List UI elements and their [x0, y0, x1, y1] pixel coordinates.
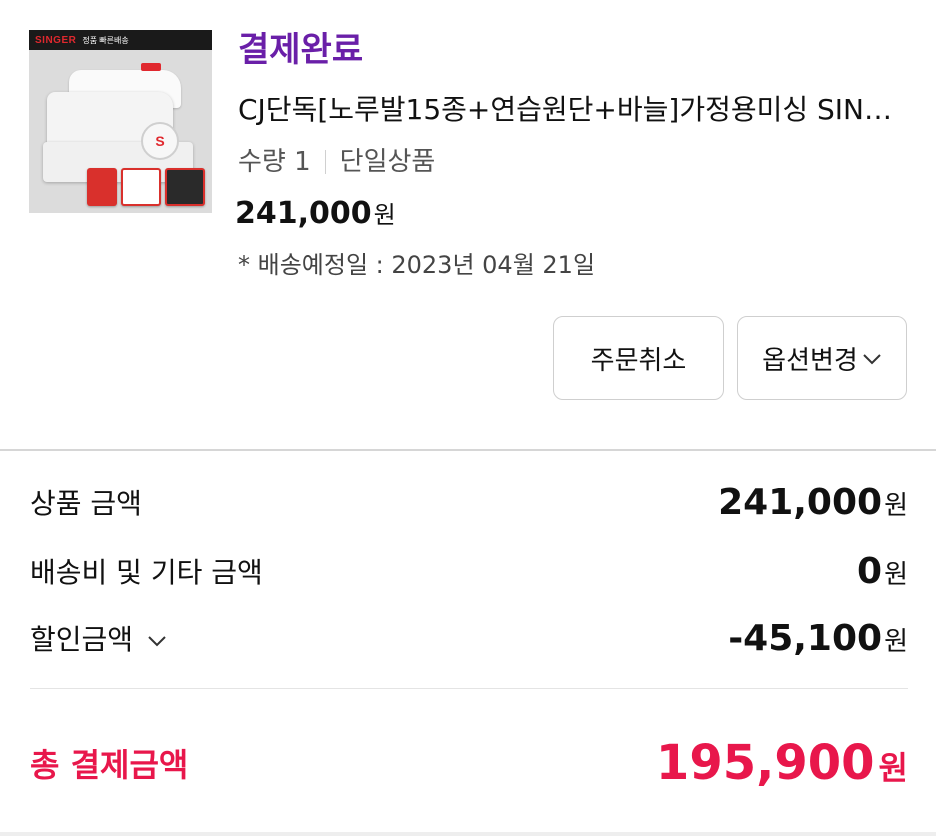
order-detail-page: SINGER 정품 빠른배송 S 결제완료 CJ단독[노루발15종+연습원단+바…	[0, 0, 936, 836]
product-amount-value: 241,000 원	[718, 482, 908, 523]
separator	[324, 150, 326, 174]
product-amount-number: 241,000	[718, 481, 883, 523]
delivery-date: * 배송예정일 : 2023년 04월 21일	[238, 251, 596, 279]
total-payment-number: 195,900	[655, 735, 875, 791]
thumbnail-tagline: 정품 빠른배송	[82, 35, 129, 45]
product-amount-label: 상품 금액	[30, 487, 142, 520]
chevron-down-icon	[147, 622, 167, 655]
discount-amount-label: 할인금액	[30, 623, 134, 656]
shipping-amount-unit: 원	[884, 559, 908, 590]
total-payment-label: 총 결제금액	[30, 746, 189, 784]
discount-amount-row[interactable]: 할인금액 -45,100 원	[30, 610, 908, 666]
cancel-order-button[interactable]: 주문취소	[553, 316, 724, 400]
shipping-amount-value: 0 원	[857, 551, 908, 592]
cancel-order-label: 주문취소	[590, 345, 687, 376]
quantity-label: 수량 1	[238, 147, 311, 177]
shipping-amount-label: 배송비 및 기타 금액	[30, 556, 263, 589]
sewing-machine-knob	[141, 63, 161, 71]
change-option-button[interactable]: 옵션변경	[737, 316, 907, 400]
product-amount-row: 상품 금액 241,000 원	[30, 474, 908, 530]
product-amount-unit: 원	[884, 490, 908, 521]
accessory-needles	[87, 168, 117, 206]
discount-toggle[interactable]: 할인금액	[30, 618, 167, 658]
discount-amount-unit: 원	[884, 626, 908, 657]
price-value: 241,000	[235, 196, 372, 231]
product-thumbnail[interactable]: SINGER 정품 빠른배송 S	[29, 30, 212, 213]
order-status: 결제완료	[238, 30, 364, 70]
accessory-fabric	[121, 168, 161, 206]
product-name-link[interactable]: CJ단독[노루발15종+연습원단+바늘]가정용미싱 SINGER	[238, 90, 908, 130]
summary-divider	[30, 688, 908, 689]
sewing-machine-dial: S	[141, 122, 179, 160]
total-payment-row: 총 결제금액 195,900 원	[30, 730, 908, 796]
product-price: 241,000 원	[235, 193, 396, 236]
change-option-label: 옵션변경	[762, 345, 858, 376]
total-payment-value: 195,900 원	[656, 735, 908, 791]
quantity-option-row: 수량 1 단일상품	[238, 143, 435, 181]
total-payment-unit: 원	[878, 749, 908, 787]
chevron-down-icon	[862, 343, 882, 373]
shipping-amount-row: 배송비 및 기타 금액 0 원	[30, 543, 908, 599]
shipping-amount-number: 0	[857, 550, 883, 592]
section-divider	[0, 449, 936, 451]
bottom-divider	[0, 832, 936, 836]
thumbnail-banner: SINGER 정품 빠른배송	[29, 30, 212, 50]
accessory-presser-feet	[165, 168, 205, 206]
discount-amount-number: -45,100	[728, 617, 883, 659]
discount-amount-value: -45,100 원	[728, 618, 908, 659]
price-unit: 원	[373, 201, 396, 229]
option-label: 단일상품	[339, 147, 436, 177]
thumbnail-brand: SINGER	[35, 34, 77, 46]
